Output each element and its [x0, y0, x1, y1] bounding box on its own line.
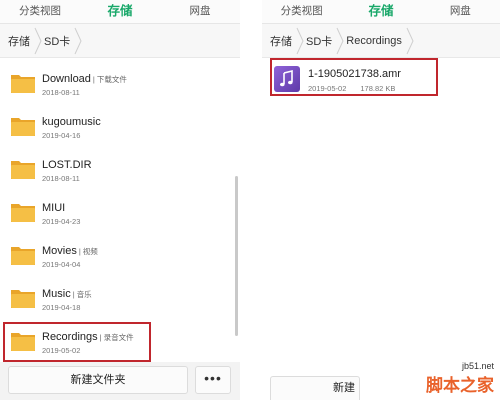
breadcrumb-separator-icon: [34, 24, 42, 57]
bottom-action-bar: 新建文件夹 •••: [0, 362, 240, 400]
breadcrumb-separator-icon: [336, 24, 344, 57]
breadcrumb-sd-card[interactable]: SD卡: [42, 24, 74, 57]
breadcrumb-sd-card[interactable]: SD卡: [304, 24, 336, 57]
folder-tag: 下载文件: [96, 75, 127, 84]
folder-date: 2019-04-23: [42, 217, 81, 226]
site-watermark: jb51.net 脚本之家: [426, 361, 494, 396]
breadcrumb-separator-icon: [406, 24, 414, 57]
breadcrumb: 存储 SD卡: [0, 24, 240, 58]
folder-tag: 音乐: [76, 290, 92, 299]
folder-row-movies[interactable]: Movies | 视频 2019-04-04: [0, 240, 240, 282]
breadcrumb: 存储 SD卡 Recordings: [262, 24, 500, 58]
folder-name: Movies: [42, 245, 77, 257]
folder-icon: [11, 118, 35, 136]
folder-row-download[interactable]: Download | 下载文件 2018-08-11: [0, 68, 240, 110]
right-file-manager: 分类视图 存储 网盘 存储 SD卡 Recordings 1-190502173…: [262, 0, 500, 400]
folder-date: 2019-04-16: [42, 131, 81, 140]
view-tabs: 分类视图 存储 网盘: [0, 0, 240, 24]
watermark-url: jb51.net: [461, 361, 494, 371]
new-folder-button[interactable]: 新建文件夹: [8, 366, 188, 394]
folder-date: 2019-04-18: [42, 303, 81, 312]
tab-storage[interactable]: 存储: [341, 0, 420, 23]
folder-row-miui[interactable]: MIUI 2019-04-23: [0, 197, 240, 239]
highlight-box-file: [270, 58, 438, 96]
tab-cloud-drive[interactable]: 网盘: [421, 0, 500, 23]
folder-icon: [11, 204, 35, 222]
folder-name: Download: [42, 73, 91, 85]
tab-storage[interactable]: 存储: [80, 0, 160, 23]
scrollbar[interactable]: [235, 176, 238, 336]
breadcrumb-storage[interactable]: 存储: [6, 24, 34, 57]
folder-icon: [11, 75, 35, 93]
highlight-box-recordings: [3, 322, 151, 362]
folder-name: LOST.DIR: [42, 159, 92, 171]
tab-category-view[interactable]: 分类视图: [262, 0, 341, 23]
new-folder-button[interactable]: 新建: [270, 376, 360, 400]
folder-date: 2018-08-11: [42, 174, 80, 183]
folder-tag: 视频: [82, 247, 98, 256]
view-tabs: 分类视图 存储 网盘: [262, 0, 500, 24]
breadcrumb-separator-icon: [296, 24, 304, 57]
tab-category-view[interactable]: 分类视图: [0, 0, 80, 23]
breadcrumb-storage[interactable]: 存储: [268, 24, 296, 57]
folder-icon: [11, 247, 35, 265]
left-file-manager: 分类视图 存储 网盘 存储 SD卡 Download | 下载文件 2018-08-…: [0, 0, 240, 400]
breadcrumb-separator-icon: [74, 24, 82, 57]
breadcrumb-recordings[interactable]: Recordings: [344, 24, 406, 57]
watermark-logo: 脚本之家: [426, 376, 494, 395]
folder-row-kugoumusic[interactable]: kugoumusic 2019-04-16: [0, 111, 240, 153]
folder-icon: [11, 161, 35, 179]
tab-cloud-drive[interactable]: 网盘: [160, 0, 240, 23]
folder-icon: [11, 290, 35, 308]
more-options-button[interactable]: •••: [195, 366, 231, 394]
folder-name: MIUI: [42, 202, 66, 214]
folder-name: kugoumusic: [42, 116, 101, 128]
folder-row-lost-dir[interactable]: LOST.DIR 2018-08-11: [0, 154, 240, 196]
folder-name: Music: [42, 288, 71, 300]
folder-date: 2018-08-11: [42, 88, 80, 97]
file-list: 1-1905021738.amr 2019-05-02 178.82 KB: [262, 58, 500, 400]
folder-date: 2019-04-04: [42, 260, 81, 269]
folder-row-music[interactable]: Music | 音乐 2019-04-18: [0, 283, 240, 325]
